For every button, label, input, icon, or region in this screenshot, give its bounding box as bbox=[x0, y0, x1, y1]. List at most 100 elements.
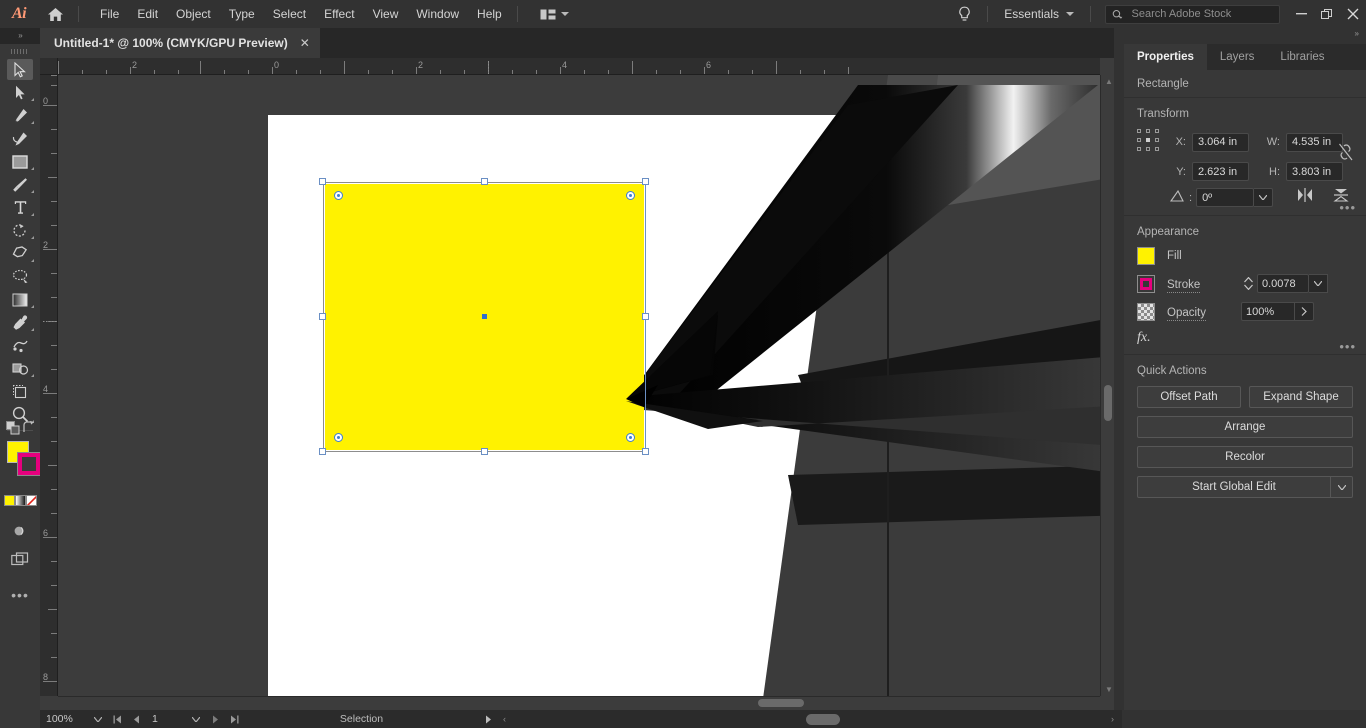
toolbar-grip[interactable] bbox=[0, 44, 40, 58]
tool-eyedropper[interactable] bbox=[0, 311, 40, 334]
adobe-stock-search[interactable] bbox=[1105, 4, 1280, 24]
x-input[interactable]: 3.064 in bbox=[1192, 132, 1249, 152]
menu-effect[interactable]: Effect bbox=[315, 2, 363, 26]
canvas-vertical-scrollbar[interactable]: ▲ ▼ bbox=[1100, 75, 1114, 696]
tool-shape-builder[interactable] bbox=[0, 357, 40, 380]
status-menu-arrow-icon[interactable] bbox=[479, 710, 498, 728]
opacity-options-button[interactable] bbox=[1295, 302, 1314, 321]
opacity-input[interactable]: 100% bbox=[1241, 302, 1295, 321]
close-icon[interactable] bbox=[1340, 0, 1366, 28]
tab-layers[interactable]: Layers bbox=[1207, 44, 1268, 70]
stroke-color-swatch[interactable] bbox=[1137, 274, 1155, 293]
tool-rectangle[interactable] bbox=[0, 150, 40, 173]
stroke-width-dropdown-button[interactable] bbox=[1309, 274, 1328, 293]
menu-file[interactable]: File bbox=[91, 2, 128, 26]
zoom-level-dropdown-button[interactable] bbox=[88, 710, 108, 728]
status-text-area[interactable]: Selection bbox=[244, 710, 479, 728]
document-horizontal-scrollbar[interactable]: ‹ › bbox=[498, 710, 1122, 728]
y-input[interactable]: 2.623 in bbox=[1192, 162, 1249, 181]
tool-direct-selection[interactable] bbox=[0, 81, 40, 104]
document-viewport[interactable] bbox=[58, 75, 1100, 696]
vertical-ruler[interactable]: 0 2 4 6 8 bbox=[40, 75, 58, 696]
h-input[interactable]: 3.803 in bbox=[1286, 162, 1343, 181]
stroke-width-stepper[interactable] bbox=[1241, 277, 1255, 290]
tool-artboard[interactable] bbox=[0, 380, 40, 403]
fill-color-swatch[interactable] bbox=[1137, 247, 1155, 265]
canvas-horizontal-scrollbar[interactable] bbox=[58, 696, 1100, 710]
fx-button[interactable]: fx. bbox=[1137, 330, 1353, 346]
tool-paintbrush[interactable] bbox=[0, 173, 40, 196]
document-scroll-thumb[interactable] bbox=[806, 714, 840, 725]
tool-eraser[interactable] bbox=[0, 242, 40, 265]
recolor-button[interactable]: Recolor bbox=[1137, 446, 1353, 468]
none-swatch-icon[interactable] bbox=[25, 495, 37, 506]
gradient-swatch-icon[interactable] bbox=[14, 495, 26, 506]
tool-selection[interactable] bbox=[0, 58, 40, 81]
tool-curvature[interactable] bbox=[0, 127, 40, 150]
drawing-modes-button[interactable] bbox=[0, 519, 40, 542]
tool-type[interactable] bbox=[0, 196, 40, 219]
transform-more-options-icon[interactable]: ••• bbox=[1339, 201, 1356, 214]
artboard-number-input[interactable]: 1 bbox=[146, 710, 186, 728]
reference-point-grid-icon[interactable] bbox=[1137, 129, 1163, 155]
angle-input[interactable]: 0º bbox=[1196, 188, 1255, 207]
menu-edit[interactable]: Edit bbox=[128, 2, 167, 26]
arrange-documents-button[interactable] bbox=[532, 5, 577, 24]
screen-mode-button[interactable] bbox=[0, 548, 40, 571]
flip-horizontal-icon[interactable] bbox=[1297, 188, 1313, 207]
panel-collapse-button[interactable]: » bbox=[1355, 29, 1360, 38]
restore-icon[interactable] bbox=[1314, 0, 1340, 28]
expand-shape-button[interactable]: Expand Shape bbox=[1249, 386, 1353, 408]
start-global-edit-button[interactable]: Start Global Edit bbox=[1137, 476, 1331, 498]
toolbar-collapse-button[interactable]: » bbox=[4, 28, 38, 42]
tab-libraries[interactable]: Libraries bbox=[1267, 44, 1337, 70]
edit-toolbar-button[interactable]: ••• bbox=[0, 583, 40, 606]
canvas-vertical-scroll-thumb[interactable] bbox=[1104, 385, 1112, 421]
w-input[interactable]: 4.535 in bbox=[1286, 132, 1343, 152]
constrain-proportions-unlinked-icon[interactable] bbox=[1338, 142, 1354, 167]
stroke-label[interactable]: Stroke bbox=[1167, 278, 1201, 293]
search-input[interactable] bbox=[1129, 7, 1273, 21]
next-artboard-icon[interactable] bbox=[206, 710, 225, 728]
color-swatch-icon[interactable] bbox=[3, 495, 15, 506]
home-icon[interactable] bbox=[38, 0, 72, 28]
menu-window[interactable]: Window bbox=[407, 2, 468, 26]
offset-path-button[interactable]: Offset Path bbox=[1137, 386, 1241, 408]
tool-free-transform[interactable] bbox=[0, 334, 40, 357]
scroll-right-arrow-icon[interactable]: › bbox=[1111, 714, 1114, 724]
scroll-up-arrow-icon[interactable]: ▲ bbox=[1105, 77, 1113, 86]
previous-artboard-icon[interactable] bbox=[127, 710, 146, 728]
artboard-number-dropdown-button[interactable] bbox=[186, 710, 206, 728]
scroll-down-arrow-icon[interactable]: ▼ bbox=[1105, 685, 1113, 694]
horizontal-ruler[interactable]: 2 0 2 4 6 bbox=[58, 58, 1100, 75]
global-edit-dropdown-button[interactable] bbox=[1331, 476, 1353, 498]
last-artboard-icon[interactable] bbox=[225, 710, 244, 728]
tool-lasso[interactable] bbox=[0, 265, 40, 288]
tool-rotate[interactable] bbox=[0, 219, 40, 242]
default-colors-icon[interactable] bbox=[6, 421, 20, 440]
menu-object[interactable]: Object bbox=[167, 2, 220, 26]
close-icon[interactable]: ✕ bbox=[300, 36, 310, 50]
swap-fill-stroke-icon[interactable] bbox=[22, 421, 35, 439]
tool-gradient[interactable] bbox=[0, 288, 40, 311]
document-tab[interactable]: Untitled-1* @ 100% (CMYK/GPU Preview) ✕ bbox=[40, 28, 320, 58]
tool-pen[interactable] bbox=[0, 104, 40, 127]
stroke-width-input[interactable]: 0.0078 bbox=[1257, 274, 1309, 293]
ruler-corner[interactable] bbox=[40, 58, 58, 75]
opacity-label[interactable]: Opacity bbox=[1167, 306, 1206, 321]
tab-properties[interactable]: Properties bbox=[1124, 44, 1207, 70]
workspace-selector[interactable]: Essentials bbox=[994, 7, 1084, 21]
zoom-level-input[interactable]: 100% bbox=[40, 710, 88, 728]
angle-dropdown-button[interactable] bbox=[1254, 188, 1274, 207]
menu-select[interactable]: Select bbox=[264, 2, 315, 26]
first-artboard-icon[interactable] bbox=[108, 710, 127, 728]
minimize-icon[interactable] bbox=[1288, 0, 1314, 28]
opacity-swatch[interactable] bbox=[1137, 302, 1155, 321]
yellow-rectangle-shape[interactable] bbox=[325, 184, 644, 450]
arrange-button[interactable]: Arrange bbox=[1137, 416, 1353, 438]
scroll-left-arrow-icon[interactable]: ‹ bbox=[503, 714, 506, 724]
stroke-swatch[interactable] bbox=[17, 452, 41, 476]
appearance-more-options-icon[interactable]: ••• bbox=[1339, 340, 1356, 353]
menu-type[interactable]: Type bbox=[220, 2, 264, 26]
menu-help[interactable]: Help bbox=[468, 2, 511, 26]
